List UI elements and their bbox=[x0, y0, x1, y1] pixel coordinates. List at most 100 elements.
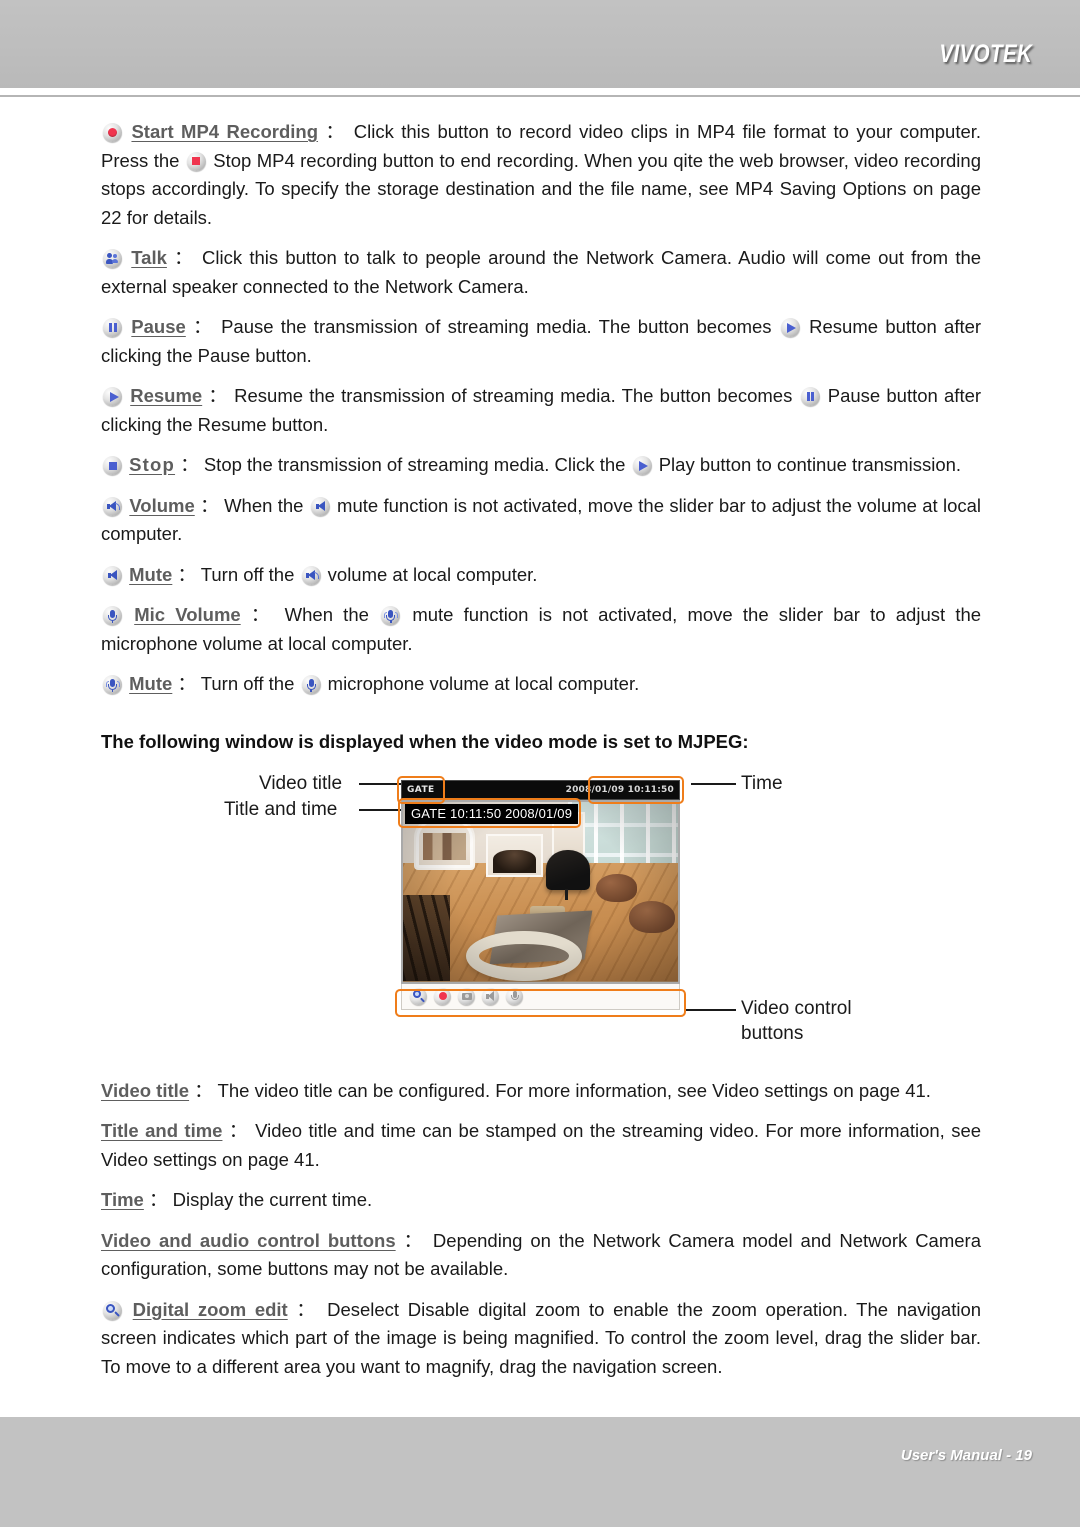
video-frame[interactable]: GATE 10:11:50 2008/01/09 bbox=[401, 799, 680, 984]
paragraph-mic-mute: Mute ： Turn off the microphone volume at… bbox=[101, 670, 981, 699]
text-stop-part2: Play button to continue transmission. bbox=[658, 454, 962, 475]
vivotek-logo: VIVOTEK bbox=[939, 40, 1032, 68]
colon: ： bbox=[296, 1298, 319, 1320]
microphone-icon bbox=[301, 675, 321, 694]
colon: ： bbox=[325, 121, 347, 142]
term-digital-zoom-edit: Digital zoom edit bbox=[132, 1298, 288, 1320]
volume-icon bbox=[301, 565, 321, 585]
term-pause: Pause bbox=[131, 316, 186, 337]
colon: ： bbox=[250, 604, 275, 625]
footer-page-label: User's Manual - 19 bbox=[900, 1447, 1032, 1464]
leader-video-title bbox=[359, 782, 401, 785]
paragraph-stop: Stop ： Stop the transmission of streamin… bbox=[101, 451, 981, 480]
text-mic-mute-part1: Turn off the bbox=[200, 673, 295, 694]
paragraph-control-buttons: Video and audio control buttons ： Depend… bbox=[101, 1227, 981, 1284]
paragraph-digital-zoom-edit: Digital zoom edit ： Deselect Disable dig… bbox=[101, 1296, 981, 1382]
paragraph-mute: Mute ： Turn off the volume at local comp… bbox=[101, 561, 981, 590]
term-start-mp4-recording: Start MP4 Recording bbox=[131, 121, 319, 142]
record-icon bbox=[103, 123, 122, 142]
term-volume: Volume bbox=[129, 494, 195, 516]
colon: ： bbox=[180, 454, 199, 475]
colon: ： bbox=[208, 385, 228, 406]
paragraph-volume: Volume ： When the mute function is not a… bbox=[101, 492, 981, 549]
colon: ： bbox=[193, 316, 214, 337]
paragraph-talk: Talk ： Click this button to talk to peop… bbox=[101, 244, 981, 301]
microphone-mute-icon bbox=[381, 606, 401, 625]
header-divider bbox=[0, 88, 1080, 97]
paragraph-mic-volume: Mic Volume ： When the mute function is n… bbox=[101, 601, 981, 658]
text-volume-part1: When the bbox=[224, 494, 304, 516]
label-time: Time bbox=[741, 772, 783, 794]
talk-icon bbox=[103, 249, 122, 268]
colon: ： bbox=[194, 1079, 213, 1101]
play-icon bbox=[780, 318, 800, 337]
term-title-and-time: Title and time bbox=[101, 1120, 223, 1141]
text-time: Display the current time. bbox=[172, 1189, 373, 1210]
living-room-scene bbox=[403, 801, 678, 982]
text-resume-part1: Resume the transmission of streaming med… bbox=[234, 385, 793, 406]
mute-icon bbox=[310, 496, 330, 516]
paragraph-title-and-time: Title and time ： Video title and time ca… bbox=[101, 1117, 981, 1174]
page-header: VIVOTEK bbox=[0, 0, 1080, 88]
paragraph-start-mp4-recording: Start MP4 Recording ： Click this button … bbox=[101, 118, 981, 232]
microphone-icon[interactable] bbox=[506, 987, 523, 1005]
mjpeg-window-diagram: Video title Title and time Time Video co… bbox=[101, 769, 981, 1059]
label-video-control-buttons-line2: buttons bbox=[741, 1022, 804, 1044]
mjpeg-section-heading: The following window is displayed when t… bbox=[101, 730, 749, 752]
label-video-title: Video title bbox=[259, 772, 343, 794]
term-mute: Mute bbox=[129, 563, 173, 585]
mute-icon bbox=[103, 565, 122, 585]
viewer-title-text: GATE bbox=[407, 784, 435, 795]
text-mic-mute-part2: microphone volume at local computer. bbox=[327, 673, 640, 694]
digital-zoom-icon bbox=[103, 1300, 122, 1320]
snapshot-icon[interactable] bbox=[458, 987, 475, 1005]
term-mic-mute: Mute bbox=[129, 673, 173, 694]
play-icon bbox=[103, 387, 122, 406]
term-stop: Stop bbox=[129, 454, 176, 475]
label-title-and-time: Title and time bbox=[224, 798, 338, 820]
text-talk: Click this button to talk to people arou… bbox=[101, 247, 982, 297]
paragraph-time: Time ： Display the current time. bbox=[101, 1186, 981, 1215]
microphone-mute-icon bbox=[103, 675, 122, 694]
digital-zoom-icon[interactable] bbox=[410, 987, 427, 1005]
leader-time bbox=[691, 782, 736, 785]
paragraph-video-title: Video title ： The video title can be con… bbox=[101, 1077, 981, 1106]
text-stop-part1: Stop the transmission of streaming media… bbox=[203, 454, 626, 475]
video-osd-stamp: GATE 10:11:50 2008/01/09 bbox=[405, 803, 579, 824]
viewer-title-time: 2008/01/09 10:11:50 bbox=[565, 784, 674, 795]
mjpeg-viewer-window: GATE 2008/01/09 10:11:50 GATE 10:11:50 2… bbox=[395, 775, 686, 1017]
colon: ： bbox=[174, 247, 195, 268]
text-mic-volume-part1: When the bbox=[284, 604, 369, 625]
paragraph-resume: Resume ： Resume the transmission of stre… bbox=[101, 382, 981, 439]
pause-icon bbox=[103, 318, 122, 337]
stop-record-icon bbox=[186, 151, 206, 171]
play-icon bbox=[632, 456, 652, 475]
paragraph-pause: Pause ： Pause the transmission of stream… bbox=[101, 313, 981, 370]
label-video-control-buttons-line1: Video control bbox=[741, 997, 852, 1019]
term-mic-volume: Mic Volume bbox=[134, 604, 241, 625]
colon: ： bbox=[403, 1229, 425, 1251]
record-icon[interactable] bbox=[434, 987, 451, 1005]
pause-icon bbox=[800, 387, 820, 406]
leader-title-and-time bbox=[359, 808, 403, 811]
colon: ： bbox=[228, 1120, 249, 1141]
term-resume: Resume bbox=[130, 385, 203, 406]
text-mute-part2: volume at local computer. bbox=[327, 563, 538, 585]
colon: ： bbox=[177, 563, 196, 585]
viewer-title-bar: GATE 2008/01/09 10:11:50 bbox=[401, 779, 680, 800]
colon: ： bbox=[200, 494, 219, 516]
microphone-icon bbox=[103, 606, 122, 625]
text-mp4-part2: Stop MP4 recording button to end recordi… bbox=[101, 149, 981, 228]
video-control-bar bbox=[401, 983, 680, 1010]
colon: ： bbox=[177, 673, 196, 694]
term-video-title: Video title bbox=[101, 1079, 190, 1101]
text-mute-part1: Turn off the bbox=[200, 563, 295, 585]
term-control-buttons: Video and audio control buttons bbox=[101, 1229, 396, 1251]
text-pause-part1: Pause the transmission of streaming medi… bbox=[221, 316, 772, 337]
volume-icon[interactable] bbox=[482, 987, 499, 1005]
term-talk: Talk bbox=[131, 247, 167, 268]
text-video-title: The video title can be configured. For m… bbox=[217, 1079, 931, 1101]
page-content: Start MP4 Recording ： Click this button … bbox=[101, 118, 981, 1393]
term-time: Time bbox=[101, 1189, 144, 1210]
volume-icon bbox=[103, 496, 122, 516]
